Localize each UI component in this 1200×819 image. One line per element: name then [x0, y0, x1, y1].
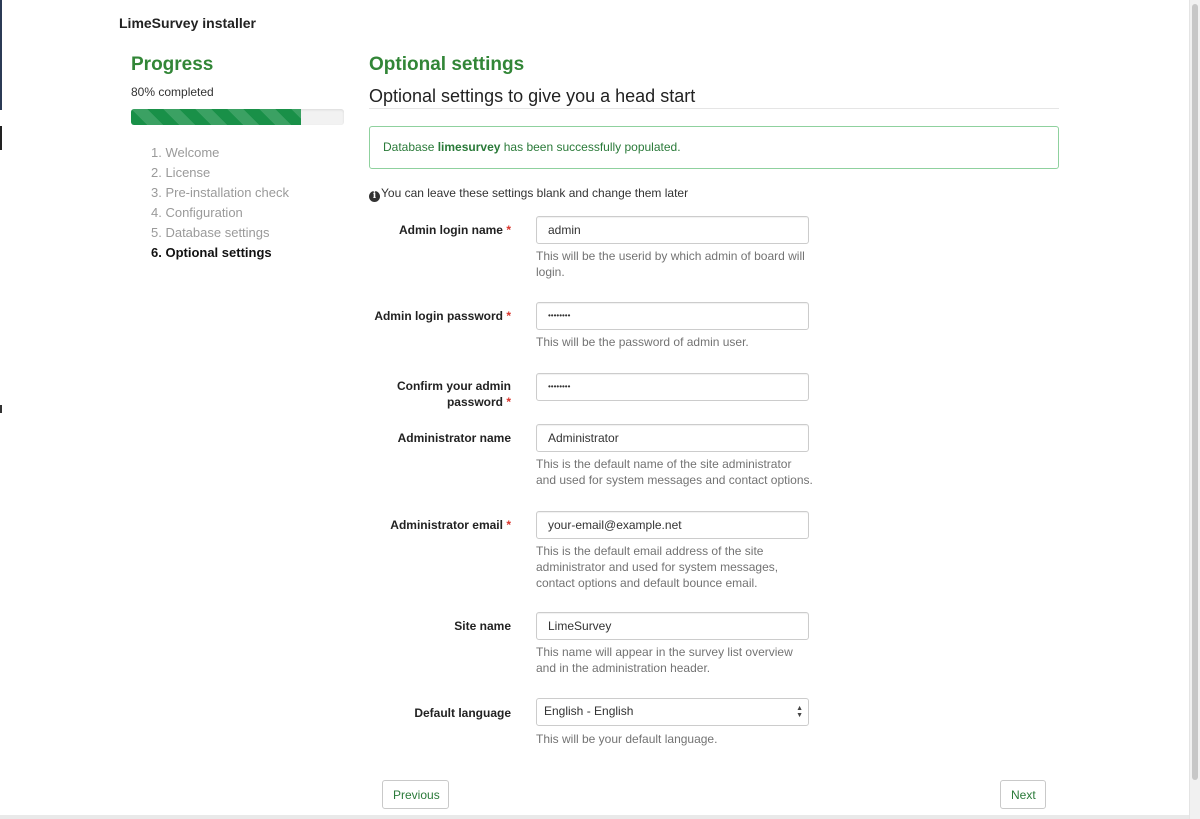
admin-login-label: Admin login name *	[398, 223, 511, 237]
admin-password-label: Admin login password *	[374, 309, 511, 323]
admin-email-input[interactable]: your-email@example.net	[536, 511, 809, 539]
progress-step: 6. Optional settings	[151, 245, 272, 260]
progress-percent-text: 80% completed	[131, 85, 214, 99]
success-alert: Database limesurvey has been successfull…	[369, 126, 1059, 169]
required-marker: *	[506, 518, 511, 532]
admin-name-help: This is the default name of the site adm…	[536, 457, 813, 487]
default-language-value: English - English	[544, 704, 634, 718]
site-name-label: Site name	[454, 619, 511, 633]
app-title: LimeSurvey installer	[119, 15, 256, 31]
default-language-select[interactable]: English - English ▲ ▼	[536, 698, 809, 726]
subtitle-divider	[369, 108, 1059, 109]
next-button[interactable]: Next	[1000, 780, 1046, 809]
admin-name-input[interactable]: Administrator	[536, 424, 809, 452]
page-subtitle: Optional settings to give you a head sta…	[369, 86, 696, 106]
vertical-scrollbar[interactable]	[1189, 0, 1200, 819]
select-arrows-icon: ▲ ▼	[796, 705, 803, 719]
previous-button[interactable]: Previous	[382, 780, 449, 809]
site-name-help: This name will appear in the survey list…	[536, 645, 793, 675]
alert-suffix: has been successfully populated.	[500, 140, 681, 154]
bottom-edge	[0, 815, 1189, 819]
info-text: You can leave these settings blank and c…	[381, 186, 689, 200]
site-name-input[interactable]: LimeSurvey	[536, 612, 809, 640]
default-language-help: This will be your default language.	[536, 732, 718, 746]
admin-email-help: This is the default email address of the…	[536, 544, 779, 590]
admin-password-input[interactable]: ••••••••	[536, 302, 809, 330]
installer-steps-list: 1. Welcome 2. License 3. Pre-installation …	[151, 143, 289, 263]
required-marker: *	[506, 223, 511, 237]
scrollbar-thumb[interactable]	[1192, 4, 1198, 780]
admin-email-label: Administrator email *	[390, 518, 511, 532]
progress-step: 3. Pre-installation check	[151, 185, 290, 200]
progress-step: 1. Welcome	[151, 145, 220, 160]
page-title: Optional settings	[369, 54, 525, 75]
info-icon: i	[369, 191, 380, 202]
confirm-password-input[interactable]: ••••••••	[536, 373, 809, 401]
progress-step: 5. Database settings	[151, 225, 270, 240]
admin-login-input[interactable]: admin	[536, 216, 809, 244]
progress-step: 2. License	[151, 165, 211, 180]
admin-password-help: This will be the password of admin user.	[536, 335, 749, 349]
confirm-password-label: Confirm your admin password *	[396, 379, 511, 409]
progress-bar-fill	[131, 109, 302, 125]
alert-prefix: Database	[383, 140, 438, 154]
info-message: i You can leave these settings blank and …	[369, 186, 688, 202]
progress-step: 4. Configuration	[151, 205, 243, 220]
admin-login-help: This will be the userid by which admin o…	[536, 249, 805, 279]
admin-name-label: Administrator name	[397, 431, 511, 445]
progress-heading: Progress	[131, 54, 214, 75]
window-left-edge	[0, 0, 2, 819]
required-marker: *	[506, 309, 511, 323]
required-marker: *	[506, 395, 511, 409]
alert-db-name: limesurvey	[437, 140, 501, 154]
default-language-label: Default language	[414, 706, 511, 720]
progress-bar	[131, 109, 344, 125]
